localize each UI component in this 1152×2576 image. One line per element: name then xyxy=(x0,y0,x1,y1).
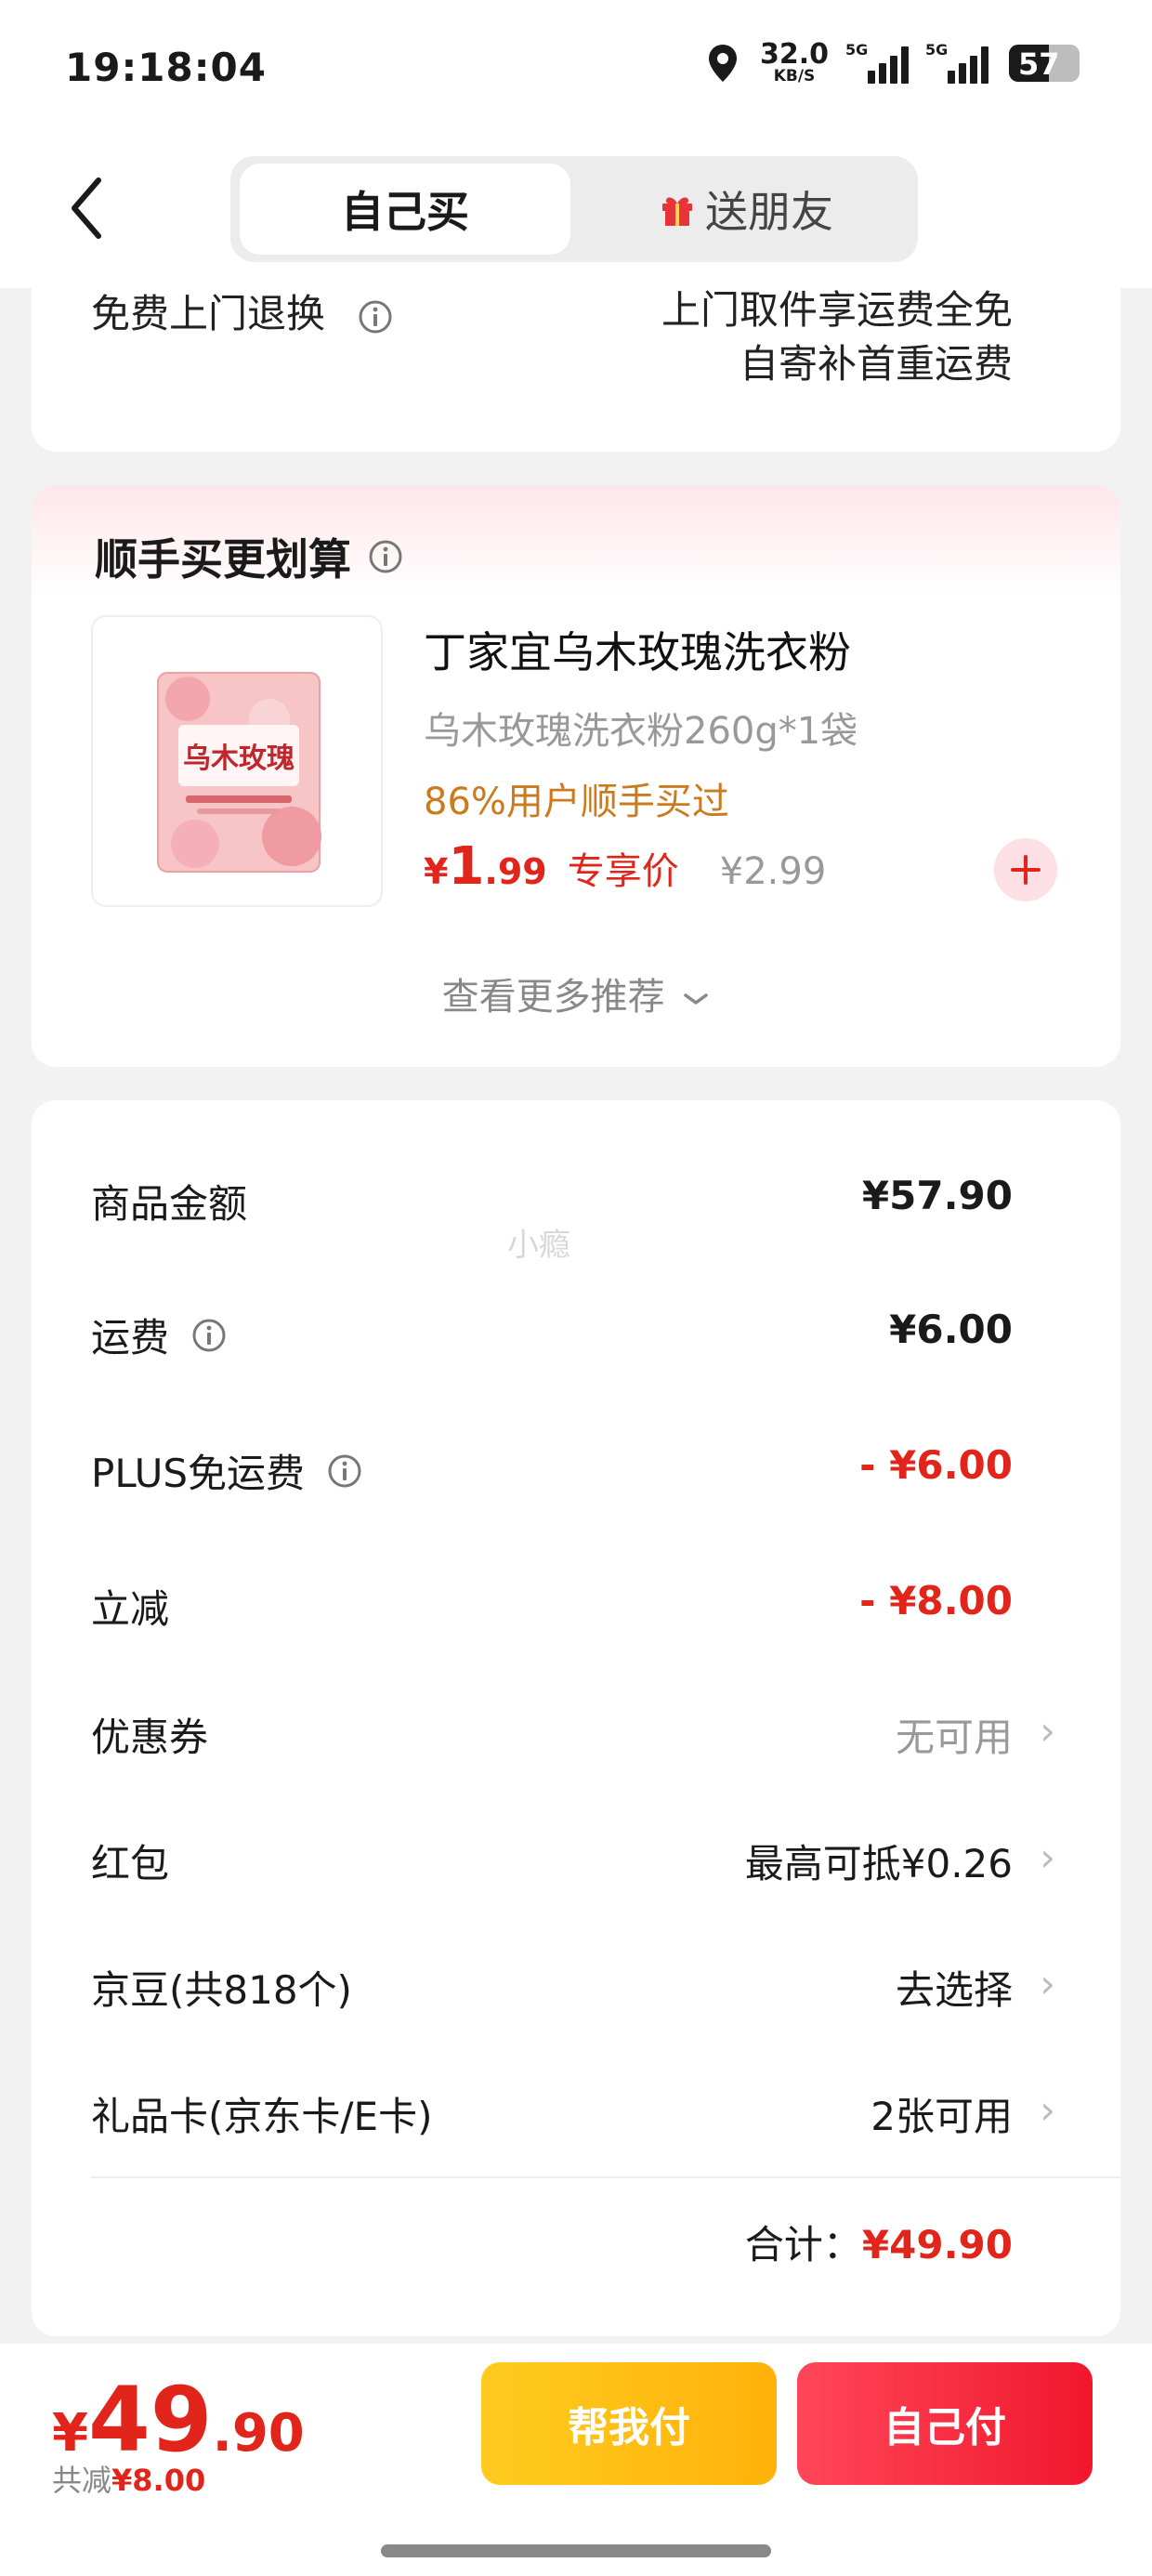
tab-buy-for-self-label: 自己买 xyxy=(341,187,469,237)
chevron-right-icon: › xyxy=(1040,1961,1055,2006)
addon-product-name[interactable]: 丁家宜乌木玫瑰洗衣粉 xyxy=(424,619,851,680)
addon-price-currency: ¥ xyxy=(424,851,449,892)
network-speed-unit: KB/S xyxy=(773,67,816,85)
checkout-bar: ¥ 49 .90 共减¥8.00 帮我付 自己付 xyxy=(0,2344,1152,2576)
network-speed-value: 32.0 xyxy=(759,38,829,71)
summary-value: 去选择 xyxy=(895,1967,1013,2013)
signal-sim1-icon: 5G xyxy=(845,41,909,84)
summary-row-jd-beans[interactable]: 京豆(共818个) 去选择 › xyxy=(91,1959,1120,2015)
summary-label-wrap: PLUS免运费 xyxy=(91,1442,362,1499)
info-icon[interactable] xyxy=(327,1453,362,1489)
pay-amount-currency: ¥ xyxy=(52,2403,88,2464)
pay-myself-button[interactable]: 自己付 xyxy=(797,2362,1093,2485)
summary-label: 优惠券 xyxy=(91,1715,209,1760)
addon-title: 顺手买更划算 xyxy=(95,534,351,585)
addon-price-tag: 专享价 xyxy=(567,850,679,893)
total-saved-amount: ¥8.00 xyxy=(111,2463,206,2498)
battery-icon: 57 xyxy=(1009,44,1080,82)
info-icon[interactable] xyxy=(358,299,393,335)
purchase-mode-tabs: 自己买 送朋友 xyxy=(230,156,918,262)
return-policy-card: 免费上门退换 上门取件享运费全免 自寄补首重运费 xyxy=(32,269,1120,452)
header: 自己买 送朋友 xyxy=(0,138,1152,288)
signal-sim2-icon: 5G xyxy=(925,41,988,84)
status-icons: 32.0 KB/S 5G 5G 57 xyxy=(706,41,1080,85)
summary-value: - ¥8.00 xyxy=(859,1578,1013,1623)
summary-label: 运费 xyxy=(91,1315,170,1360)
info-icon[interactable] xyxy=(191,1318,227,1353)
summary-label-wrap: 运费 xyxy=(91,1307,227,1363)
order-summary-card: 商品金额 ¥57.90 运费 ¥6.00 PLUS免运费 - ¥6.00 立减 … xyxy=(32,1100,1120,2336)
addon-product-hint: 86%用户顺手买过 xyxy=(424,781,729,823)
summary-label: 京豆(共818个) xyxy=(91,1967,352,2013)
summary-value: ¥6.00 xyxy=(889,1307,1013,1352)
battery-level: 57 xyxy=(1018,46,1060,82)
total-saved: 共减¥8.00 xyxy=(52,2457,205,2500)
chevron-right-icon: › xyxy=(1040,2087,1055,2133)
back-button[interactable] xyxy=(61,171,117,245)
summary-row-gift-card[interactable]: 礼品卡(京东卡/E卡) 2张可用 › xyxy=(91,2085,1120,2141)
tab-send-to-friend-label: 送朋友 xyxy=(705,187,833,237)
summary-row-red-packet[interactable]: 红包 最高可抵¥0.26 › xyxy=(91,1833,1120,1888)
summary-row-plus-free-shipping: PLUS免运费 - ¥6.00 xyxy=(91,1442,1120,1498)
view-more-label: 查看更多推荐 xyxy=(441,976,665,1019)
detergent-package-image: 乌木玫瑰 xyxy=(157,672,321,873)
addon-price-dec: .99 xyxy=(484,851,547,892)
view-more-recommendations[interactable]: 查看更多推荐 xyxy=(32,966,1120,1020)
chevron-right-icon: › xyxy=(1040,1834,1055,1880)
status-bar: 19:18:04 32.0 KB/S 5G 5G 57 xyxy=(0,0,1152,138)
total-saved-label: 共减 xyxy=(52,2463,112,2498)
summary-label: 礼品卡(京东卡/E卡) xyxy=(91,2094,433,2139)
return-policy-label-row: 免费上门退换 xyxy=(91,283,393,339)
status-time: 19:18:04 xyxy=(65,45,267,90)
return-policy-value-2: 自寄补首重运费 xyxy=(739,341,1013,387)
chevron-right-icon: › xyxy=(1040,1708,1055,1754)
help-me-pay-button[interactable]: 帮我付 xyxy=(481,2362,777,2485)
summary-value: - ¥6.00 xyxy=(859,1442,1013,1488)
summary-label: 立减 xyxy=(91,1586,170,1632)
return-policy-value-1: 上门取件享运费全免 xyxy=(661,287,1013,333)
summary-value: ¥57.90 xyxy=(861,1173,1013,1218)
product-image[interactable]: 乌木玫瑰 xyxy=(91,615,383,907)
summary-label: 商品金额 xyxy=(91,1181,248,1227)
summary-label: PLUS免运费 xyxy=(91,1451,306,1496)
network-speed: 32.0 KB/S xyxy=(760,41,829,85)
summary-value: 最高可抵¥0.26 xyxy=(744,1841,1013,1886)
location-icon xyxy=(708,44,737,82)
chevron-down-icon xyxy=(684,993,709,1005)
sim1-label: 5G xyxy=(845,40,869,59)
addon-price-int: 1 xyxy=(448,836,485,897)
addon-original-price: ¥2.99 xyxy=(719,850,827,893)
package-label: 乌木玫瑰 xyxy=(183,743,295,775)
addon-recommendation-card: 顺手买更划算 乌木玫瑰 丁家宜乌木玫瑰洗衣粉 乌木玫瑰洗衣粉260g*1袋 86… xyxy=(32,485,1120,1067)
summary-value: 无可用 xyxy=(895,1715,1013,1760)
return-policy-label: 免费上门退换 xyxy=(91,291,326,336)
info-icon[interactable] xyxy=(368,539,403,574)
addon-product-spec: 乌木玫瑰洗衣粉260g*1袋 xyxy=(424,710,858,753)
divider xyxy=(91,2176,1120,2178)
summary-label: 红包 xyxy=(91,1841,170,1886)
summary-row-coupon[interactable]: 优惠券 无可用 › xyxy=(91,1706,1120,1762)
sim2-label: 5G xyxy=(925,40,949,59)
summary-row-instant-discount: 立减 - ¥8.00 xyxy=(91,1578,1120,1634)
add-to-order-button[interactable] xyxy=(994,838,1057,901)
tab-send-to-friend[interactable]: 送朋友 xyxy=(583,164,909,255)
tab-buy-for-self[interactable]: 自己买 xyxy=(240,164,570,255)
order-total: 合计：¥49.90 xyxy=(745,2214,1013,2270)
order-total-amount: ¥49.90 xyxy=(861,2222,1013,2267)
gift-icon xyxy=(662,197,692,226)
summary-row-goods-amount: 商品金额 ¥57.90 xyxy=(91,1173,1120,1229)
pay-amount-dec: .90 xyxy=(212,2403,305,2464)
addon-section-title: 顺手买更划算 xyxy=(95,526,403,587)
home-indicator[interactable] xyxy=(381,2544,771,2557)
watermark: 小瘾 xyxy=(507,1227,570,1264)
order-total-label: 合计： xyxy=(744,2222,862,2267)
summary-value: 2张可用 xyxy=(871,2094,1013,2139)
summary-row-shipping: 运费 ¥6.00 xyxy=(91,1307,1120,1362)
addon-price: ¥ 1 .99 专享价 ¥2.99 xyxy=(424,836,826,897)
